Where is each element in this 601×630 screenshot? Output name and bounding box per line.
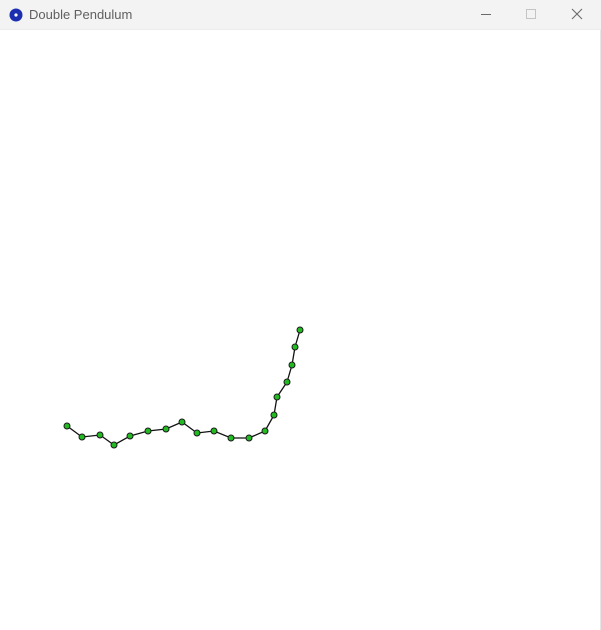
simulation-canvas [63, 326, 304, 449]
pendulum-node [273, 393, 281, 401]
pendulum-node [261, 427, 269, 435]
close-icon [571, 8, 583, 20]
pendulum-node [144, 427, 152, 435]
title-bar[interactable]: Double Pendulum [0, 0, 601, 30]
pendulum-node [227, 434, 235, 442]
minimize-button[interactable] [463, 0, 509, 30]
maximize-button[interactable] [508, 0, 554, 30]
pendulum-node [193, 429, 201, 437]
pendulum-node [178, 418, 186, 426]
minimize-icon [481, 14, 491, 15]
pendulum-node [162, 425, 170, 433]
pendulum-node [126, 432, 134, 440]
pendulum-node [63, 422, 71, 430]
pendulum-node [283, 378, 291, 386]
maximize-icon [526, 9, 536, 19]
pendulum-node [291, 343, 299, 351]
pendulum-node [288, 361, 296, 369]
pendulum-node [110, 441, 118, 449]
pendulum-node [296, 326, 304, 334]
window-title: Double Pendulum [29, 7, 133, 22]
app-icon [9, 8, 23, 22]
close-button[interactable] [554, 0, 600, 30]
pendulum-node [270, 411, 278, 419]
pendulum-node [210, 427, 218, 435]
pendulum-node [245, 434, 253, 442]
pendulum-node [78, 433, 86, 441]
pendulum-node [96, 431, 104, 439]
app-window: Double Pendulum [0, 0, 601, 630]
